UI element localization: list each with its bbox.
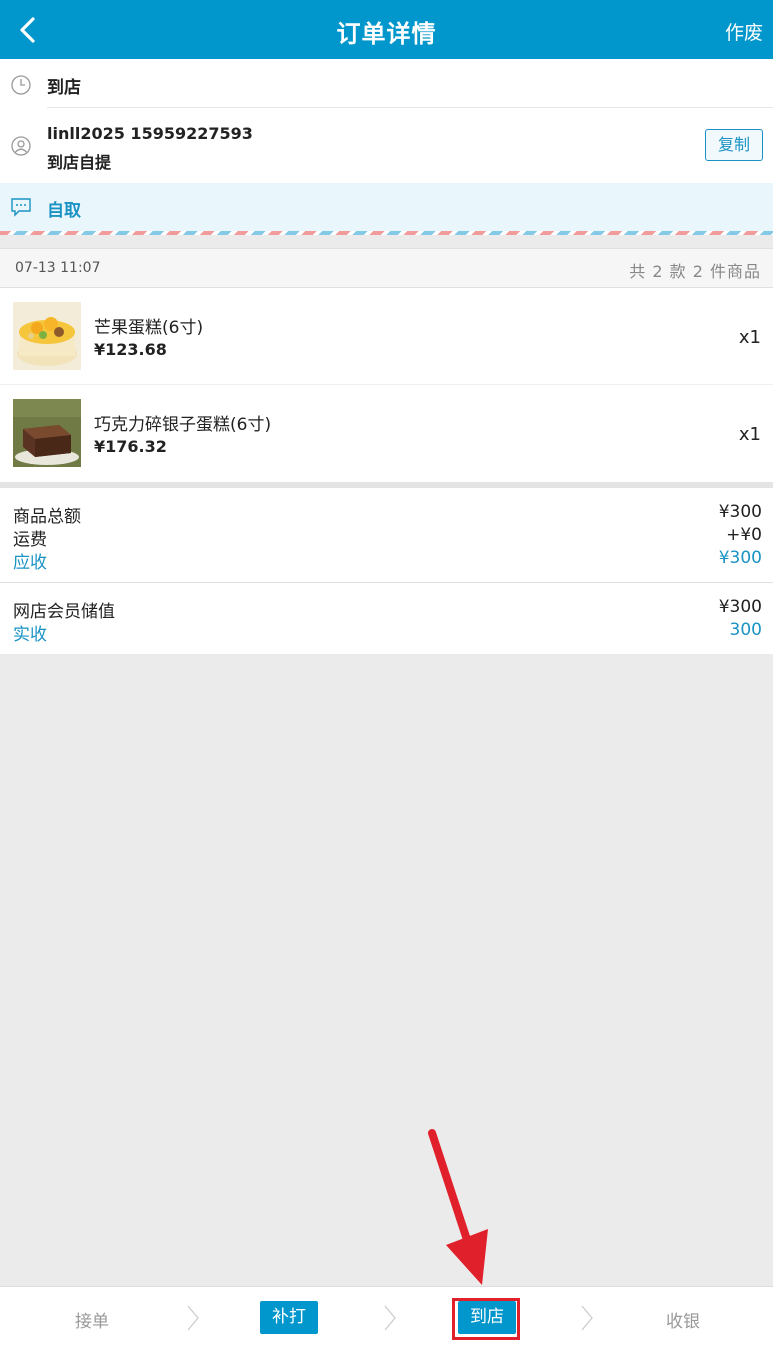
step-checkout[interactable]: 收银 [666, 1307, 700, 1332]
order-steps-bar: 接单 补打 到店 收银 [0, 1286, 773, 1347]
item-name: 芒果蛋糕(6寸) [94, 318, 204, 338]
receivable-value: ¥300 [718, 548, 762, 568]
member-balance-row: 网店会员储值 ¥300 [13, 597, 762, 622]
item-price: ¥123.68 [94, 340, 167, 359]
member-balance-label: 网店会员储值 [13, 602, 115, 622]
reprint-button[interactable]: 补打 [260, 1301, 318, 1334]
delivery-method: 到店自提 [47, 153, 112, 172]
shipping-row: 运费 +¥0 [13, 525, 762, 550]
list-item[interactable]: 巧克力碎银子蛋糕(6寸) ¥176.32 x1 [0, 385, 773, 482]
shipping-value: +¥0 [726, 525, 762, 545]
message-icon [11, 198, 31, 217]
user-icon [11, 136, 31, 156]
chevron-right-icon [581, 1305, 593, 1331]
order-time: 07-13 11:07 [15, 260, 101, 276]
received-row: 实收 300 [13, 620, 762, 645]
pickup-row: 自取 [0, 183, 773, 231]
customer-row [0, 108, 773, 183]
mango-cake-image [13, 302, 81, 370]
subtotal-row: 商品总额 ¥300 [13, 502, 762, 527]
subtotal-label: 商品总额 [13, 507, 81, 527]
app-header: 订单详情 作废 [0, 0, 773, 59]
list-item[interactable]: 芒果蛋糕(6寸) ¥123.68 x1 [0, 288, 773, 385]
subtotal-value: ¥300 [718, 502, 762, 522]
receivable-label: 应收 [13, 553, 47, 573]
pickup-label: 自取 [47, 201, 81, 221]
void-order-button[interactable]: 作废 [725, 18, 763, 45]
item-price: ¥176.32 [94, 437, 167, 456]
copy-button[interactable]: 复制 [705, 129, 763, 161]
page-title: 订单详情 [336, 20, 437, 48]
clock-icon [11, 75, 31, 95]
shipping-label: 运费 [13, 530, 47, 550]
received-value: 300 [729, 620, 762, 640]
item-quantity: x1 [738, 424, 761, 445]
chevron-right-icon [187, 1305, 199, 1331]
chocolate-cake-image [13, 399, 81, 467]
member-balance-value: ¥300 [718, 597, 762, 617]
receivable-row: 应收 ¥300 [13, 548, 762, 573]
chevron-right-icon [384, 1305, 396, 1331]
customer-name-phone: linll2025 15959227593 [47, 124, 253, 143]
annotation-arrow-icon [428, 1129, 488, 1285]
payment-summary: 商品总额 ¥300 运费 +¥0 应收 ¥300 网店会员储值 ¥300 实收 … [0, 488, 773, 654]
item-list: 芒果蛋糕(6寸) ¥123.68 x1 巧克力碎银子蛋糕(6寸) ¥176.32… [0, 288, 773, 482]
status-row: 到店 [47, 59, 773, 108]
item-name: 巧克力碎银子蛋糕(6寸) [94, 415, 272, 435]
highlight-box [452, 1298, 520, 1340]
airmail-divider [0, 231, 773, 235]
order-status: 到店 [47, 78, 81, 98]
order-count: 共 2 款 2 件商品 [629, 262, 761, 281]
order-header: 07-13 11:07 共 2 款 2 件商品 [0, 248, 773, 288]
summary-divider [0, 582, 773, 583]
item-quantity: x1 [738, 327, 761, 348]
step-accept[interactable]: 接单 [75, 1307, 109, 1332]
received-label: 实收 [13, 625, 47, 645]
